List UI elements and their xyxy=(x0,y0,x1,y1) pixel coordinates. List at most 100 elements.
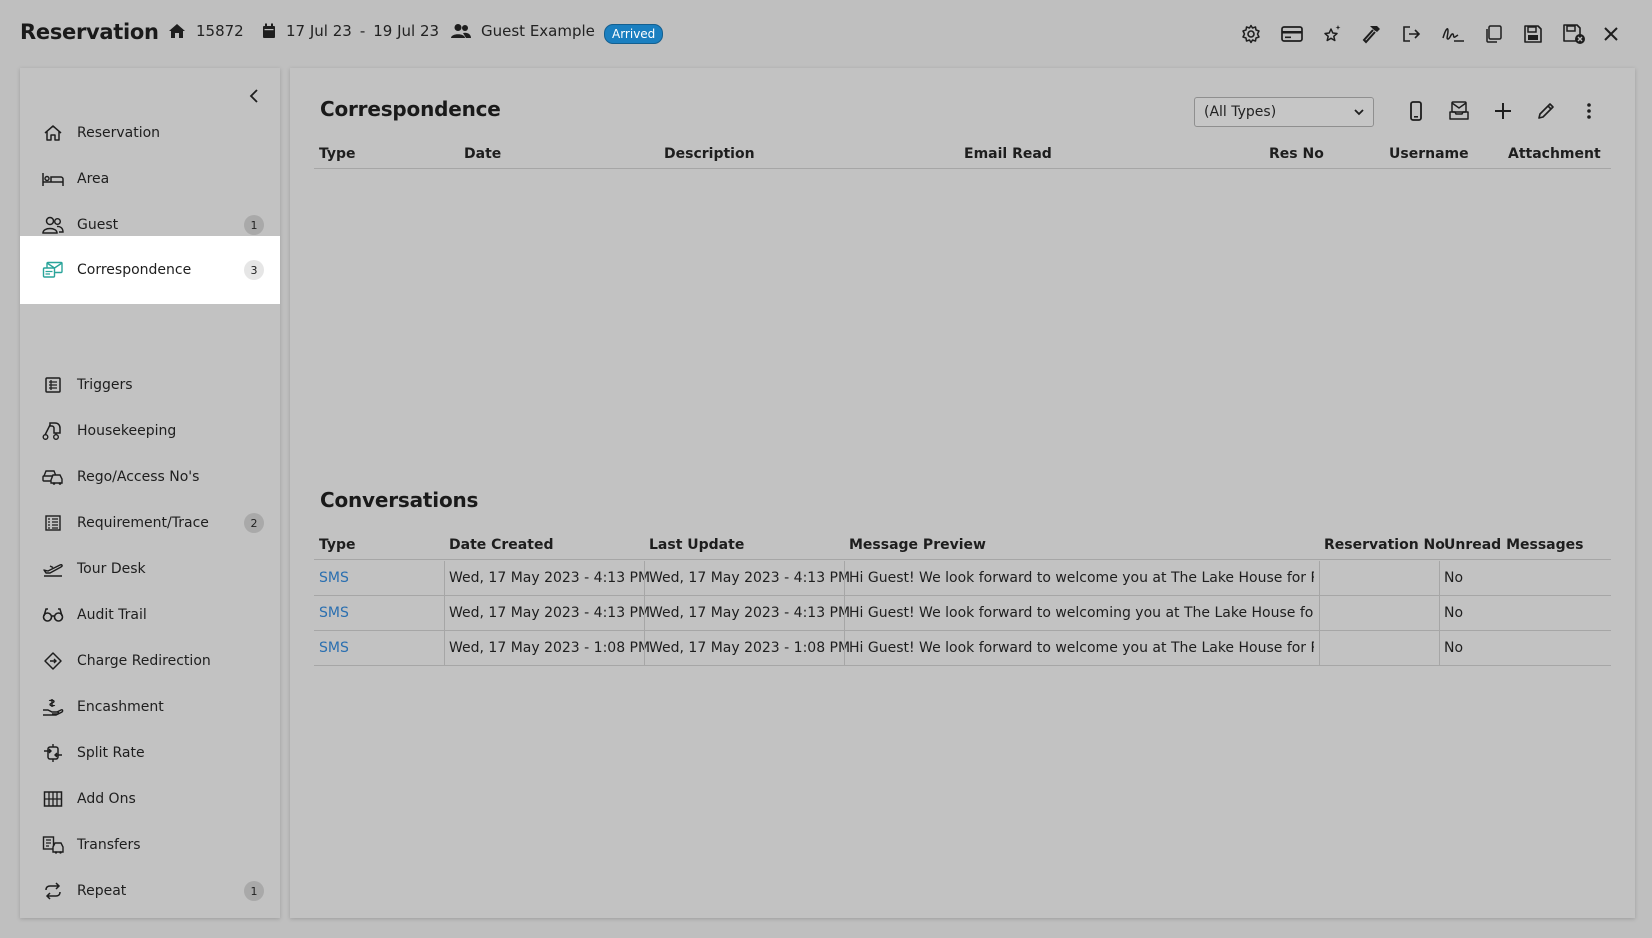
triggers-icon xyxy=(42,374,64,396)
column-header[interactable]: Date Created xyxy=(449,537,553,553)
glasses-icon xyxy=(42,604,64,626)
column-header[interactable]: Date xyxy=(464,146,501,162)
save-icon[interactable] xyxy=(1521,22,1545,46)
sidebar-item-charge-redirection[interactable]: Charge Redirection xyxy=(20,638,280,684)
column-divider xyxy=(644,561,645,596)
conversations-title: Conversations xyxy=(320,488,479,512)
column-header[interactable]: Last Update xyxy=(649,537,744,553)
close-icon[interactable] xyxy=(1599,22,1623,46)
plane-icon xyxy=(42,558,64,580)
column-header[interactable]: Res No xyxy=(1269,146,1324,162)
sidebar-item-area[interactable]: Area xyxy=(20,156,280,202)
table-row[interactable]: SMS Wed, 17 May 2023 - 4:13 PM Wed, 17 M… xyxy=(314,561,1611,596)
vacuum-icon xyxy=(42,420,64,442)
date-range: 17 Jul 23 - 19 Jul 23 xyxy=(262,22,439,40)
column-divider xyxy=(844,631,845,666)
chevron-left-icon xyxy=(249,89,258,103)
sidebar-item-label: Add Ons xyxy=(77,791,136,807)
sidebar-item-encashment[interactable]: Encashment xyxy=(20,684,280,730)
column-header[interactable]: Attachment xyxy=(1508,146,1601,162)
column-divider xyxy=(1439,561,1440,596)
hand-coin-icon xyxy=(42,696,64,718)
cell-message-preview: Hi Guest! We look forward to welcome you… xyxy=(849,570,1314,586)
sidebar-item-housekeeping[interactable]: Housekeeping xyxy=(20,408,280,454)
cell-last-update: Wed, 17 May 2023 - 1:08 PM xyxy=(649,640,851,656)
column-divider xyxy=(644,596,645,631)
column-divider xyxy=(844,561,845,596)
sidebar-item-reservation[interactable]: Reservation xyxy=(20,110,280,156)
column-divider xyxy=(1439,596,1440,631)
column-divider xyxy=(444,596,445,631)
sidebar-item-label: Guest xyxy=(77,217,119,233)
sidebar-item-label: Triggers xyxy=(77,377,133,393)
split-icon xyxy=(42,742,64,764)
column-header[interactable]: Description xyxy=(664,146,755,162)
sidebar-item-correspondence[interactable]: Correspondence 3 xyxy=(20,236,280,304)
column-header[interactable]: Username xyxy=(1389,146,1469,162)
type-link[interactable]: SMS xyxy=(319,570,349,586)
guest-link[interactable]: Guest Example xyxy=(451,22,595,40)
collapse-sidebar-button[interactable] xyxy=(244,86,264,106)
table-row[interactable]: SMS Wed, 17 May 2023 - 4:13 PM Wed, 17 M… xyxy=(314,596,1611,631)
cell-unread: No xyxy=(1444,640,1464,656)
sidebar-item-repeat[interactable]: Repeat 1 xyxy=(20,868,280,914)
more-vertical-icon[interactable] xyxy=(1576,98,1602,124)
sidebar-item-rego[interactable]: Rego/Access No's xyxy=(20,454,280,500)
gear-icon[interactable] xyxy=(1239,22,1263,46)
column-header[interactable]: Email Read xyxy=(964,146,1052,162)
cell-date-created: Wed, 17 May 2023 - 4:13 PM xyxy=(449,570,651,586)
signature-icon[interactable] xyxy=(1441,22,1465,46)
cell-date-created: Wed, 17 May 2023 - 1:08 PM xyxy=(449,640,651,656)
save-close-icon[interactable] xyxy=(1562,22,1586,46)
count-badge: 1 xyxy=(244,881,264,901)
pencil-icon[interactable] xyxy=(1533,98,1559,124)
mobile-icon[interactable] xyxy=(1403,98,1429,124)
guest-name: Guest Example xyxy=(481,22,595,40)
sidebar-item-tour-desk[interactable]: Tour Desk xyxy=(20,546,280,592)
hammer-icon[interactable] xyxy=(1360,22,1384,46)
sidebar-item-label: Rego/Access No's xyxy=(77,469,200,485)
sidebar-item-split-rate[interactable]: Split Rate xyxy=(20,730,280,776)
type-link[interactable]: SMS xyxy=(319,640,349,656)
sidebar-item-label: Housekeeping xyxy=(77,423,177,439)
column-header[interactable]: Type xyxy=(319,537,356,553)
sidebar-item-label: Encashment xyxy=(77,699,164,715)
header-bar: Reservation 15872 17 Jul 23 - 19 Jul 23 … xyxy=(0,0,1652,66)
sidebar-item-requirement-trace[interactable]: Requirement/Trace 2 xyxy=(20,500,280,546)
cell-unread: No xyxy=(1444,570,1464,586)
mail-tray-icon[interactable] xyxy=(1446,98,1472,124)
sidebar-item-label: Requirement/Trace xyxy=(77,515,209,531)
column-header[interactable]: Reservation No xyxy=(1324,537,1445,553)
type-filter-select[interactable]: (All Types) xyxy=(1194,97,1374,127)
column-header[interactable]: Message Preview xyxy=(849,537,986,553)
status-badge: Arrived xyxy=(604,24,664,44)
copy-icon[interactable] xyxy=(1481,22,1505,46)
check-out-icon[interactable] xyxy=(1400,22,1424,46)
sidebar-item-add-ons[interactable]: Add Ons xyxy=(20,776,280,822)
conversations-table-header: Type Date Created Last Update Message Pr… xyxy=(314,532,1611,560)
cell-message-preview: Hi Guest! We look forward to welcome you… xyxy=(849,640,1314,656)
cell-last-update: Wed, 17 May 2023 - 4:13 PM xyxy=(649,605,851,621)
count-badge: 1 xyxy=(244,215,264,235)
sidebar-item-audit-trail[interactable]: Audit Trail xyxy=(20,592,280,638)
sidebar-item-label: Area xyxy=(77,171,110,187)
cell-last-update: Wed, 17 May 2023 - 4:13 PM xyxy=(649,570,851,586)
date-to: 19 Jul 23 xyxy=(373,22,440,40)
sparkle-star-icon[interactable] xyxy=(1320,22,1344,46)
column-header[interactable]: Type xyxy=(319,146,356,162)
sidebar-item-transfers[interactable]: Transfers xyxy=(20,822,280,868)
date-separator: - xyxy=(359,22,366,40)
column-header[interactable]: Unread Messages xyxy=(1444,537,1583,553)
home-icon xyxy=(169,24,185,38)
type-link[interactable]: SMS xyxy=(319,605,349,621)
page-title: Reservation xyxy=(20,20,159,44)
sidebar-item-triggers[interactable]: Triggers xyxy=(20,362,280,408)
add-icon[interactable] xyxy=(1490,98,1516,124)
column-divider xyxy=(1319,561,1320,596)
sidebar-item-label: Transfers xyxy=(77,837,141,853)
people-icon xyxy=(42,214,64,236)
table-row[interactable]: SMS Wed, 17 May 2023 - 1:08 PM Wed, 17 M… xyxy=(314,631,1611,666)
cell-unread: No xyxy=(1444,605,1464,621)
credit-card-icon[interactable] xyxy=(1280,22,1304,46)
column-divider xyxy=(644,631,645,666)
